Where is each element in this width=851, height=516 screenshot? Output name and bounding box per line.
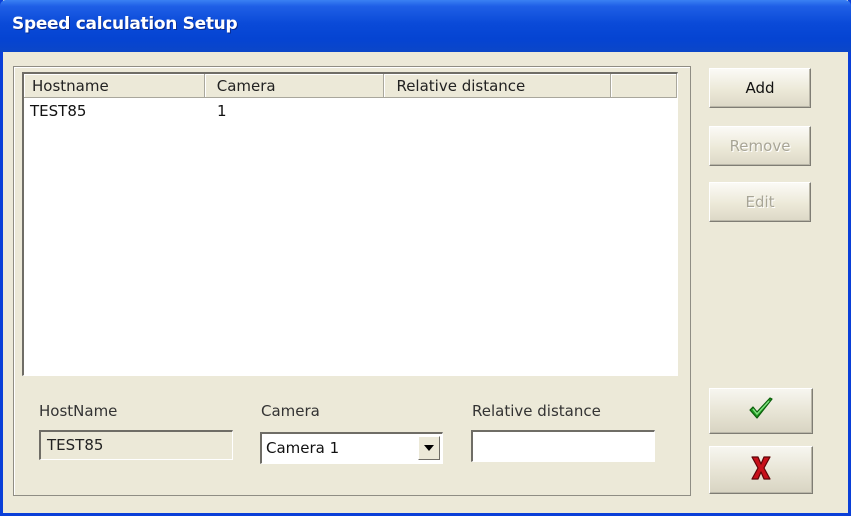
dialog-window: Speed calculation Setup Hostname Camera … — [0, 0, 851, 516]
camera-select-value: Camera 1 — [266, 439, 340, 457]
host-list[interactable]: Hostname Camera Relative distance TEST85… — [22, 72, 678, 376]
chevron-down-icon[interactable] — [418, 436, 440, 460]
column-header-hostname[interactable]: Hostname — [24, 74, 205, 98]
edit-button[interactable]: Edit — [709, 182, 811, 222]
table-row[interactable]: TEST85 1 — [24, 100, 677, 122]
cancel-button[interactable] — [709, 446, 813, 494]
hostname-label: HostName — [39, 402, 118, 420]
dialog-client-area: Hostname Camera Relative distance TEST85… — [3, 52, 848, 513]
hostname-field: TEST85 — [39, 430, 233, 460]
list-header: Hostname Camera Relative distance — [24, 74, 677, 98]
add-button[interactable]: Add — [709, 68, 811, 108]
green-checkmark-icon — [748, 397, 774, 425]
column-header-empty[interactable] — [611, 74, 677, 98]
column-header-relative-distance[interactable]: Relative distance — [384, 74, 612, 98]
cell-hostname: TEST85 — [30, 102, 87, 120]
relative-distance-label: Relative distance — [472, 402, 601, 420]
column-header-camera[interactable]: Camera — [204, 74, 385, 98]
cell-camera: 1 — [217, 102, 227, 120]
camera-select[interactable]: Camera 1 — [260, 432, 443, 464]
title-bar[interactable]: Speed calculation Setup — [0, 0, 851, 52]
camera-label: Camera — [261, 402, 320, 420]
red-x-icon — [749, 455, 773, 485]
cell-relative-distance — [385, 100, 612, 122]
relative-distance-input[interactable] — [471, 430, 655, 462]
ok-button[interactable] — [709, 388, 813, 434]
remove-button[interactable]: Remove — [709, 126, 811, 166]
window-title: Speed calculation Setup — [12, 14, 238, 34]
